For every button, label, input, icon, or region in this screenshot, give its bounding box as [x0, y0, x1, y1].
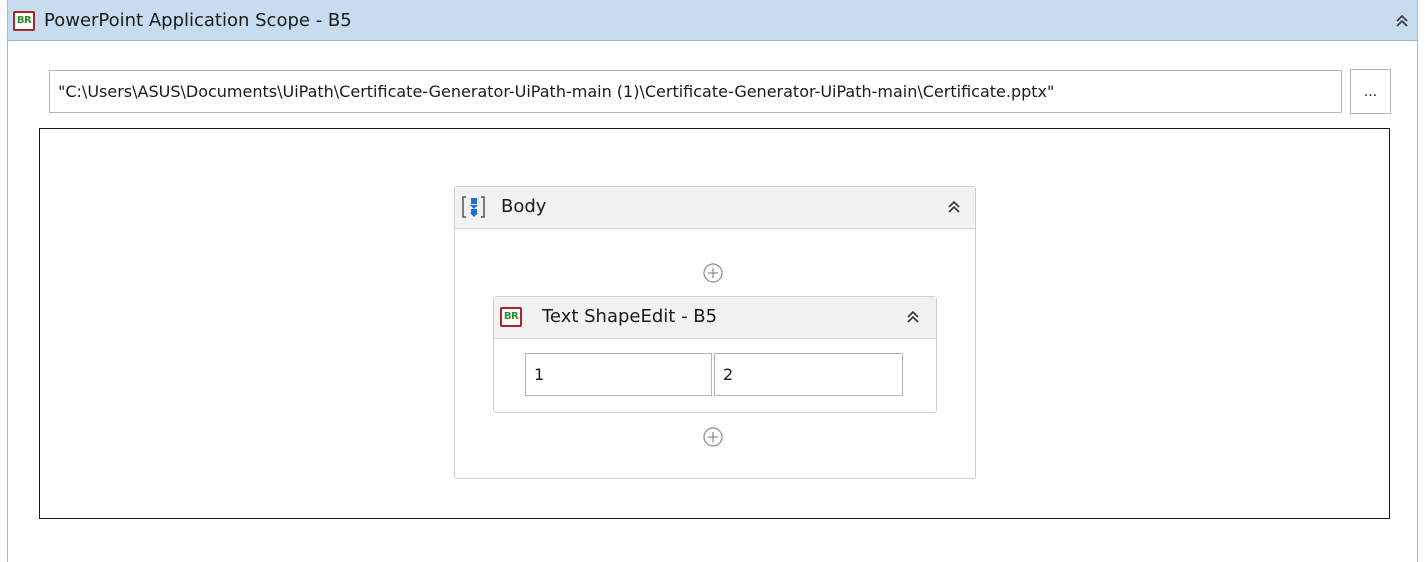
browse-file-button[interactable]: ...: [1350, 69, 1391, 114]
sequence-icon: [462, 196, 485, 218]
text-shape-edit-activity[interactable]: BR Text ShapeEdit - B5 1 2: [493, 296, 937, 413]
double-chevron-up-icon: [948, 200, 960, 213]
powerpoint-application-scope[interactable]: BR PowerPoint Application Scope - B5 "C:…: [7, 0, 1418, 562]
double-chevron-up-icon: [1396, 14, 1408, 27]
br-icon: BR: [500, 307, 522, 327]
activity-title: Text ShapeEdit - B5: [542, 306, 718, 327]
scope-title: PowerPoint Application Scope - B5: [44, 10, 352, 31]
collapse-scope-button[interactable]: [1391, 11, 1413, 33]
br-icon: BR: [13, 11, 35, 31]
collapse-body-button[interactable]: [943, 197, 965, 219]
shape-field-2[interactable]: 2: [714, 353, 903, 396]
collapse-activity-button[interactable]: [902, 307, 924, 329]
shape-field-1[interactable]: 1: [525, 353, 712, 396]
body-sequence[interactable]: Body BR Text ShapeEdit - B5 1 2: [454, 186, 976, 479]
scope-drop-area[interactable]: Body BR Text ShapeEdit - B5 1 2: [39, 128, 1390, 519]
add-activity-bottom-button[interactable]: [702, 426, 724, 448]
double-chevron-up-icon: [907, 310, 919, 323]
add-activity-top-button[interactable]: [702, 262, 724, 284]
scope-header[interactable]: BR PowerPoint Application Scope - B5: [8, 0, 1417, 41]
activity-header[interactable]: BR Text ShapeEdit - B5: [494, 297, 936, 339]
file-path-input[interactable]: "C:\Users\ASUS\Documents\UiPath\Certific…: [49, 70, 1342, 113]
body-title: Body: [501, 196, 547, 217]
body-header[interactable]: Body: [455, 187, 975, 229]
